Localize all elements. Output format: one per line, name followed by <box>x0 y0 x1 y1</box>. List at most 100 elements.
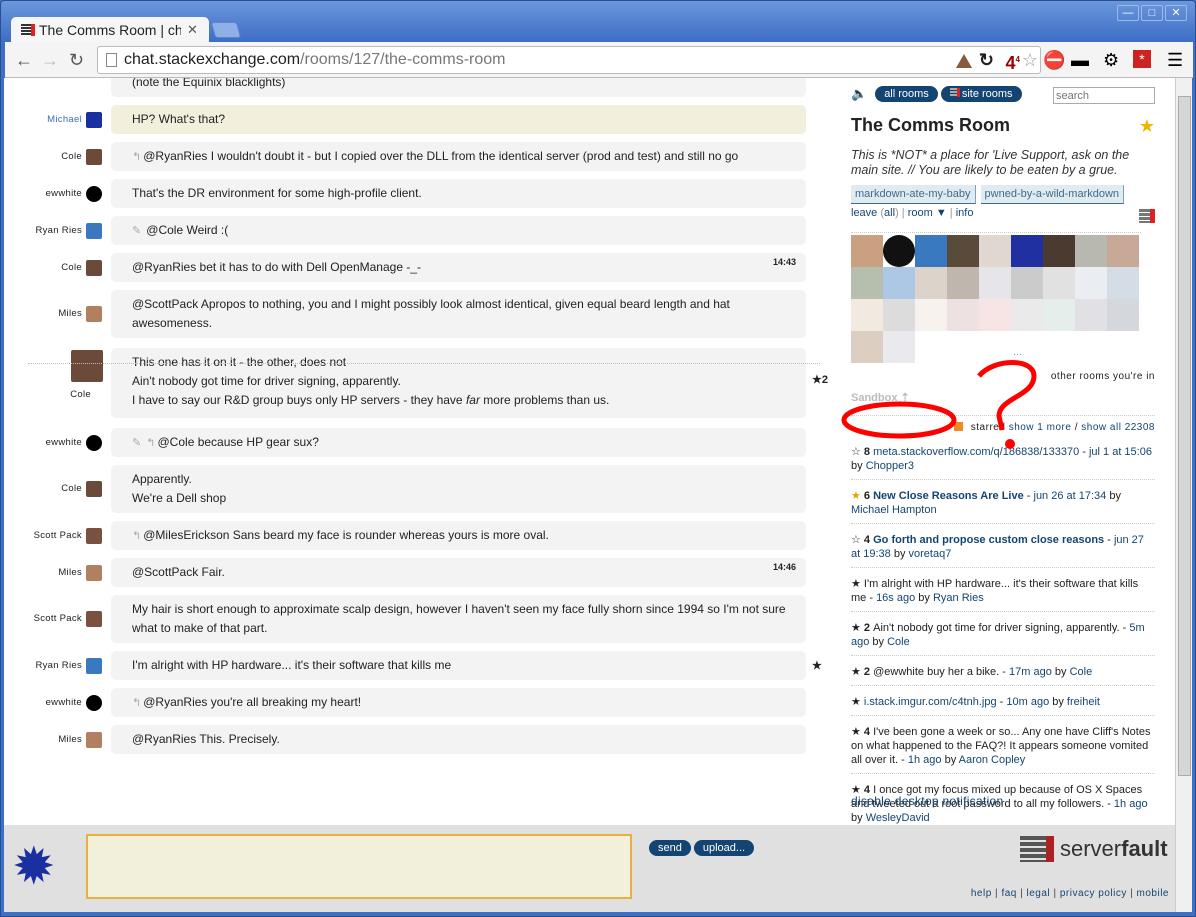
starred-message-link[interactable]: New Close Reasons Are Live <box>873 490 1024 502</box>
starred-user-link[interactable]: Cole <box>887 636 910 648</box>
info-link[interactable]: info <box>956 207 974 219</box>
user-avatar[interactable] <box>851 299 883 331</box>
gear-icon[interactable]: ⚙ <box>1103 48 1119 72</box>
starred-time-link[interactable]: 16s ago <box>876 592 915 604</box>
reload-icon[interactable]: ↻ <box>69 50 84 71</box>
user-avatar[interactable] <box>979 267 1011 299</box>
reply-arrow-icon[interactable]: ↰ <box>132 151 141 163</box>
starred-time-link[interactable]: jun 26 at 17:34 <box>1034 490 1107 502</box>
user-avatar[interactable] <box>86 611 102 627</box>
user-avatar[interactable] <box>86 306 102 322</box>
starred-time-link[interactable]: 1h ago <box>908 754 942 766</box>
legal-link[interactable]: legal <box>1027 888 1051 899</box>
user-avatar[interactable] <box>86 481 102 497</box>
reply-arrow-icon[interactable]: ↰ <box>146 437 155 449</box>
user-avatar[interactable] <box>1107 235 1139 267</box>
user-avatar[interactable] <box>1107 267 1139 299</box>
user-avatar[interactable] <box>86 694 102 711</box>
room-tag[interactable]: pwned-by-a-wild-markdown <box>980 185 1125 204</box>
room-menu-link[interactable]: room ▼ <box>908 207 947 219</box>
message-username[interactable]: Miles <box>58 308 82 319</box>
starred-time-link[interactable]: 10m ago <box>1006 696 1049 708</box>
adblock-icon[interactable]: ⛔ <box>1043 48 1065 72</box>
help-link[interactable]: help <box>971 888 992 899</box>
starred-message-link[interactable]: i.stack.imgur.com/c4tnh.jpg <box>864 696 997 708</box>
bookmark-star-icon[interactable]: ☆ <box>1022 47 1038 73</box>
user-avatar[interactable] <box>883 235 915 267</box>
star-icon[interactable]: ★ <box>851 696 864 708</box>
user-avatar[interactable] <box>86 185 102 202</box>
starred-user-link[interactable]: Chopper3 <box>866 460 914 472</box>
extension-refresh-icon[interactable]: ↻ <box>979 47 994 73</box>
reply-arrow-icon[interactable]: ↰ <box>132 697 141 709</box>
message-username[interactable]: Michael <box>47 114 82 125</box>
user-avatar[interactable] <box>1011 235 1043 267</box>
user-avatar[interactable] <box>947 267 979 299</box>
starred-user-link[interactable]: freiheit <box>1067 696 1100 708</box>
user-avatar[interactable] <box>915 299 947 331</box>
lastpass-icon[interactable]: * <box>1133 50 1151 68</box>
user-avatar[interactable] <box>883 267 915 299</box>
message-username[interactable]: Ryan Ries <box>35 660 82 671</box>
user-avatar[interactable] <box>947 235 979 267</box>
incognito-mask-icon[interactable]: ▬ <box>1071 48 1089 72</box>
user-avatar[interactable] <box>1107 299 1139 331</box>
site-logo-icon[interactable] <box>1139 209 1155 223</box>
message-username[interactable]: Miles <box>58 734 82 745</box>
all-rooms-button[interactable]: all rooms <box>875 86 938 102</box>
new-tab-button[interactable] <box>210 22 242 38</box>
user-avatar[interactable] <box>1075 299 1107 331</box>
extension-badge[interactable]: 44 <box>1006 47 1020 76</box>
user-avatar[interactable] <box>1075 235 1107 267</box>
address-bar[interactable]: chat.stackexchange.com/rooms/127/the-com… <box>97 46 1041 74</box>
menu-icon[interactable]: ☰ <box>1167 48 1183 72</box>
message-username[interactable]: Cole <box>61 483 82 494</box>
user-avatar[interactable] <box>86 527 102 544</box>
reply-arrow-icon[interactable]: ↰ <box>132 530 141 542</box>
user-avatar[interactable] <box>1043 299 1075 331</box>
message-username[interactable]: Miles <box>58 567 82 578</box>
user-avatar[interactable] <box>86 259 102 276</box>
user-avatar[interactable] <box>947 299 979 331</box>
maximize-button[interactable]: □ <box>1141 5 1163 21</box>
starred-user-link[interactable]: Ryan Ries <box>933 592 984 604</box>
message-username[interactable]: Ryan Ries <box>35 225 82 236</box>
sound-icon[interactable]: 🔈 <box>851 86 867 102</box>
user-avatar[interactable] <box>915 235 947 267</box>
leave-all-link[interactable]: all <box>884 207 895 219</box>
starred-user-link[interactable]: Aaron Copley <box>959 754 1026 766</box>
browser-tab[interactable]: The Comms Room | chat ✕ <box>11 17 209 43</box>
starred-user-link[interactable]: WesleyDavid <box>866 812 930 824</box>
user-avatar[interactable] <box>71 350 103 382</box>
edit-pencil-icon[interactable]: ✎ <box>132 225 144 237</box>
star-icon[interactable]: ★ <box>851 578 864 590</box>
starred-time-link[interactable]: 17m ago <box>1009 666 1052 678</box>
user-avatar[interactable] <box>86 564 102 581</box>
starred-user-link[interactable]: Cole <box>1070 666 1093 678</box>
minimize-button[interactable]: — <box>1117 5 1139 21</box>
starred-time-link[interactable]: 1h ago <box>1114 798 1148 810</box>
room-tag[interactable]: markdown-ate-my-baby <box>851 185 976 204</box>
send-button[interactable]: send <box>649 840 691 856</box>
user-avatar[interactable] <box>1011 267 1043 299</box>
user-avatar[interactable] <box>979 235 1011 267</box>
site-rooms-button[interactable]: site rooms <box>940 86 1022 102</box>
user-avatar[interactable] <box>915 267 947 299</box>
search-input[interactable] <box>1053 87 1155 104</box>
star-icon[interactable]: ★ <box>851 726 864 738</box>
starred-message-link[interactable]: Go forth and propose custom close reason… <box>873 534 1104 546</box>
message-username[interactable]: Scott Pack <box>34 530 82 541</box>
scrollbar-thumb[interactable] <box>1178 96 1191 776</box>
disable-notification-link[interactable]: disable desktop notification <box>851 794 1004 808</box>
starred-user-link[interactable]: voretaq7 <box>909 548 952 560</box>
user-avatar[interactable] <box>1011 299 1043 331</box>
user-avatar[interactable] <box>86 657 102 674</box>
user-avatar[interactable] <box>1043 267 1075 299</box>
close-tab-icon[interactable]: ✕ <box>187 22 198 38</box>
edit-pencil-icon[interactable]: ✎ <box>132 437 144 449</box>
user-avatar[interactable] <box>86 148 102 165</box>
message-username[interactable]: Scott Pack <box>34 613 82 624</box>
upload-button[interactable]: upload... <box>693 840 755 856</box>
close-window-button[interactable]: ✕ <box>1165 5 1187 21</box>
star-icon[interactable]: ☆ <box>851 534 864 546</box>
